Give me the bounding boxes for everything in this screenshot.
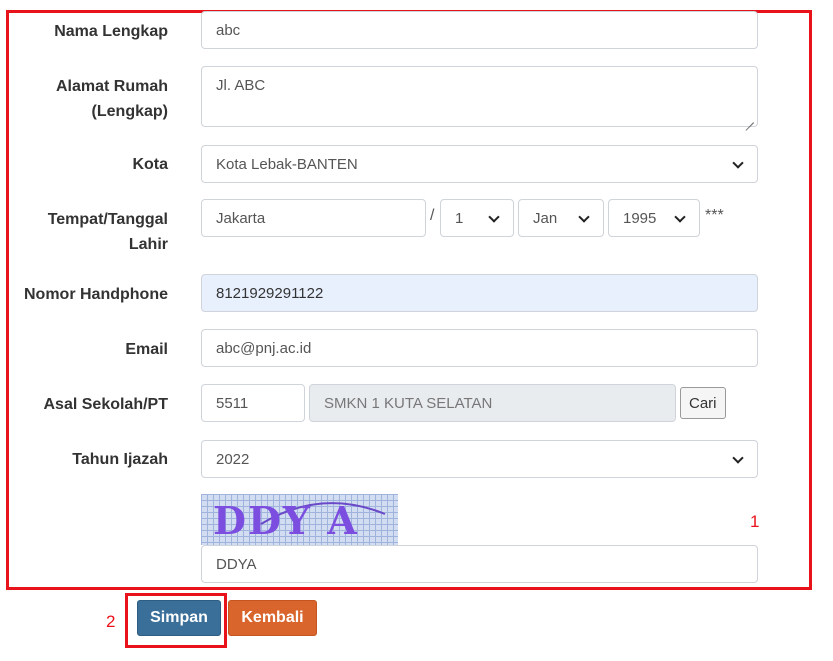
bulan-select[interactable]: Jan <box>518 199 604 237</box>
resize-grip-icon[interactable] <box>745 114 754 123</box>
annotation-marker-1: 1 <box>750 512 760 531</box>
alamat-value: Jl. ABC <box>216 77 266 94</box>
required-mark: *** <box>705 207 724 224</box>
kota-select[interactable]: Kota Lebak-BANTEN <box>201 145 758 183</box>
tanggal-selected: 1 <box>455 209 464 227</box>
ttl-label-line1: Tempat/Tanggal <box>47 211 168 228</box>
email-input[interactable]: abc@pnj.ac.id <box>201 329 758 367</box>
chevron-down-icon <box>733 159 743 169</box>
alamat-label-line1: Alamat Rumah <box>55 78 168 95</box>
kota-label: Kota <box>132 156 168 173</box>
save-highlight-box <box>125 593 227 648</box>
sekolah-label: Asal Sekolah/PT <box>43 396 169 413</box>
nama-input[interactable]: abc <box>201 11 758 49</box>
tanggal-select[interactable]: 1 <box>440 199 514 237</box>
ijazah-select[interactable]: 2022 <box>201 440 758 478</box>
bulan-selected: Jan <box>533 209 558 227</box>
annotation-marker-2: 2 <box>106 612 116 631</box>
hp-input[interactable]: 8121929291122 <box>201 274 758 312</box>
captcha-image: DDY A <box>201 494 398 545</box>
kode-sekolah-input[interactable]: 5511 <box>201 384 305 422</box>
email-label: Email <box>125 341 168 358</box>
chevron-down-icon <box>579 213 589 223</box>
nama-sekolah-field: SMKN 1 KUTA SELATAN <box>309 384 676 422</box>
captcha-text: DDY A <box>213 498 359 543</box>
ijazah-selected: 2022 <box>216 450 250 468</box>
hp-label: Nomor Handphone <box>24 286 168 303</box>
ijazah-label: Tahun Ijazah <box>72 451 168 468</box>
captcha-input[interactable]: DDYA <box>201 545 758 583</box>
tahun-select[interactable]: 1995 <box>608 199 700 237</box>
chevron-down-icon <box>675 213 685 223</box>
date-separator: / <box>430 207 435 224</box>
ttl-label-line2: Lahir <box>128 236 168 253</box>
cari-button[interactable]: Cari <box>680 387 726 419</box>
alamat-textarea[interactable]: Jl. ABC <box>201 66 758 127</box>
tahun-selected: 1995 <box>623 209 657 227</box>
alamat-label-line2: (Lengkap) <box>91 103 168 120</box>
chevron-down-icon <box>489 213 499 223</box>
back-button[interactable]: Kembali <box>228 600 317 636</box>
nama-label: Nama Lengkap <box>54 23 168 40</box>
tempat-lahir-input[interactable]: Jakarta <box>201 199 426 237</box>
chevron-down-icon <box>733 454 743 464</box>
kota-selected: Kota Lebak-BANTEN <box>216 155 358 173</box>
